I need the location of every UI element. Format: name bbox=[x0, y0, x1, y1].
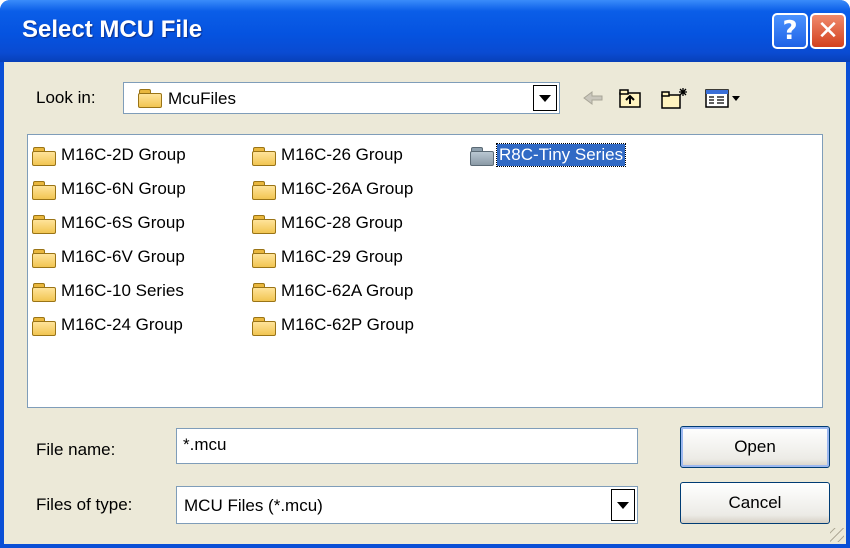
file-list[interactable]: M16C-2D Group M16C-6N Group M16C-6S Grou… bbox=[27, 134, 823, 408]
resize-grip[interactable] bbox=[830, 528, 844, 542]
folder-item[interactable]: M16C-2D Group bbox=[32, 143, 188, 167]
open-button[interactable]: Open bbox=[680, 426, 830, 468]
folder-icon bbox=[32, 248, 56, 268]
look-in-label: Look in: bbox=[36, 88, 96, 107]
up-folder-icon[interactable] bbox=[616, 84, 646, 112]
file-type-dropdown-arrow[interactable] bbox=[611, 489, 635, 521]
folder-icon bbox=[32, 316, 56, 336]
help-button[interactable]: ? bbox=[772, 13, 808, 49]
new-folder-icon[interactable] bbox=[660, 84, 690, 112]
file-name-label: File name: bbox=[36, 440, 116, 459]
folder-item[interactable]: M16C-6S Group bbox=[32, 211, 187, 235]
folder-icon bbox=[470, 146, 494, 166]
file-type-value: MCU Files (*.mcu) bbox=[184, 496, 323, 515]
folder-item[interactable]: M16C-26 Group bbox=[252, 143, 405, 167]
file-type-label: Files of type: bbox=[36, 495, 133, 514]
folder-icon bbox=[252, 180, 276, 200]
folder-item[interactable]: M16C-29 Group bbox=[252, 245, 405, 269]
folder-item[interactable]: M16C-62A Group bbox=[252, 279, 415, 303]
file-name-input[interactable]: *.mcu bbox=[176, 428, 638, 464]
folder-item[interactable]: M16C-62P Group bbox=[252, 313, 416, 337]
folder-item[interactable]: M16C-6V Group bbox=[32, 245, 187, 269]
folder-item[interactable]: M16C-10 Series bbox=[32, 279, 186, 303]
folder-item-selected[interactable]: R8C-Tiny Series bbox=[470, 143, 627, 167]
dialog-title: Select MCU File bbox=[22, 16, 203, 43]
close-button[interactable]: ✕ bbox=[810, 13, 846, 49]
file-type-combo[interactable]: MCU Files (*.mcu) bbox=[176, 486, 638, 524]
view-menu-icon[interactable] bbox=[704, 84, 744, 112]
folder-icon bbox=[252, 282, 276, 302]
folder-icon bbox=[32, 180, 56, 200]
folder-item[interactable]: M16C-6N Group bbox=[32, 177, 188, 201]
folder-item[interactable]: M16C-28 Group bbox=[252, 211, 405, 235]
folder-icon bbox=[252, 316, 276, 336]
folder-icon bbox=[252, 146, 276, 166]
look-in-dropdown-arrow[interactable] bbox=[533, 85, 557, 111]
back-arrow-icon[interactable] bbox=[578, 84, 608, 112]
folder-icon bbox=[252, 214, 276, 234]
title-bar[interactable]: Select MCU File ? ✕ bbox=[0, 0, 850, 62]
folder-icon bbox=[138, 89, 162, 109]
look-in-combo[interactable]: McuFiles bbox=[123, 82, 560, 114]
folder-icon bbox=[32, 282, 56, 302]
folder-item[interactable]: M16C-26A Group bbox=[252, 177, 415, 201]
cancel-button[interactable]: Cancel bbox=[680, 482, 830, 524]
look-in-value: McuFiles bbox=[168, 89, 237, 108]
folder-icon bbox=[32, 146, 56, 166]
folder-icon bbox=[252, 248, 276, 268]
folder-item[interactable]: M16C-24 Group bbox=[32, 313, 185, 337]
folder-icon bbox=[32, 214, 56, 234]
